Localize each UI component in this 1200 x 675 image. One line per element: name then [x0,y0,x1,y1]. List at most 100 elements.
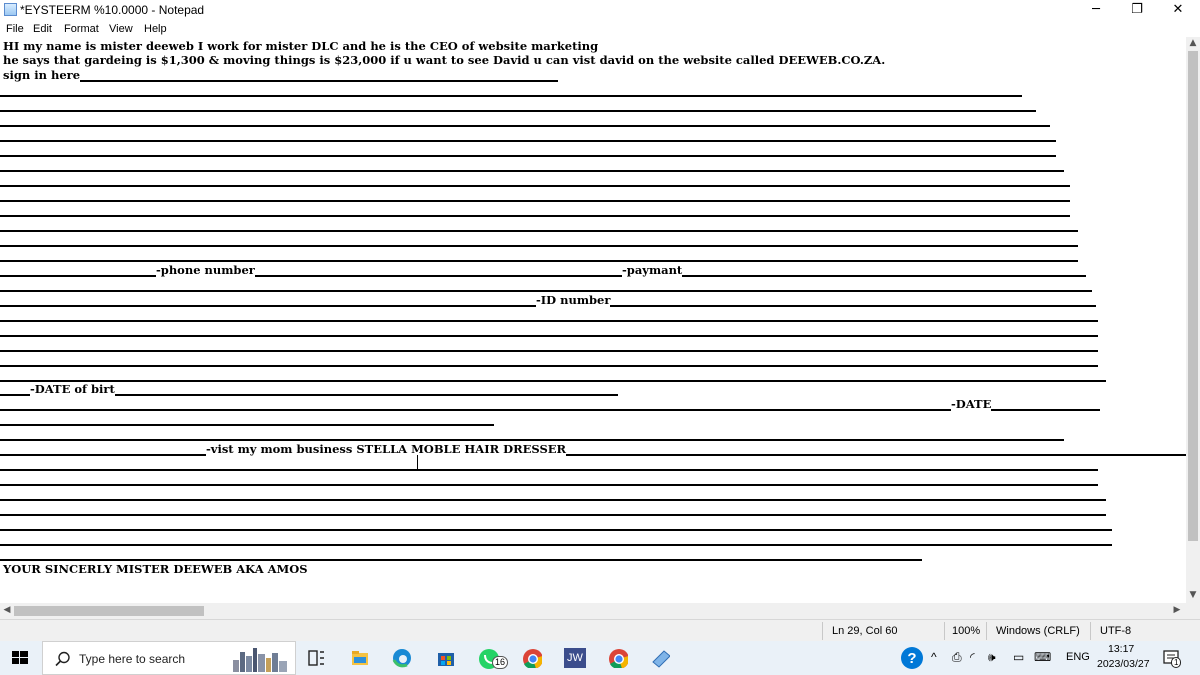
wifi-icon[interactable]: ◜ [970,650,975,664]
visit-business-label: -vist my mom business STELLA MOBLE HAIR … [206,442,567,456]
text-caret [417,455,418,470]
taskbar-search-box[interactable]: Type here to search [42,641,296,675]
text-rule [0,514,1106,516]
city-skyline-icon [233,648,287,672]
text-rule [0,335,1098,337]
status-separator [986,622,987,640]
signoff-text: YOUR SINCERLY MISTER DEEWEB AKA AMOS [3,562,308,576]
text-rule [0,484,1098,486]
signature-line [80,80,558,82]
file-explorer-icon[interactable] [350,648,370,668]
cursor-position: Ln 29, Col 60 [832,625,898,637]
volume-icon[interactable]: 🕪 [988,650,996,665]
text-rule [0,260,1078,262]
windows-start-icon [12,651,28,664]
whatsapp-badge: 16 [492,656,509,669]
menu-bar: File Edit Format View Help [0,21,1200,37]
text-rule [0,290,1092,292]
id-number-label: -ID number [536,293,611,307]
text-rule [0,140,1056,142]
payment-label: -paymant [622,263,683,277]
text-rule [0,95,1022,97]
chrome-icon[interactable] [522,648,542,668]
restore-button[interactable]: ❐ [1117,0,1157,20]
date-of-birth-label: -DATE of birt [30,382,115,396]
text-rule [0,170,1064,172]
scroll-down-icon[interactable]: ▼ [1186,590,1200,600]
clock-date[interactable]: 2023/03/27 [1097,658,1150,670]
keyboard-icon[interactable]: ⌨ [1034,650,1051,664]
text-rule [0,200,1070,202]
text-rule [0,529,1112,531]
menu-help[interactable]: Help [144,23,167,35]
line-ending: Windows (CRLF) [996,625,1080,637]
close-button[interactable]: ✕ [1158,0,1198,20]
text-rule [0,155,1056,157]
text-rule [0,469,1098,471]
vertical-scroll-thumb[interactable] [1188,51,1198,541]
encoding: UTF-8 [1100,625,1132,637]
text-rule [0,245,1078,247]
horizontal-scrollbar[interactable]: ◀ ▶ [0,603,1186,619]
text-rule [0,350,1098,352]
menu-format[interactable]: Format [64,23,99,35]
text-rule [0,320,1098,322]
chrome-icon-alt[interactable] [608,648,628,668]
battery-icon[interactable]: ▭ [1013,650,1024,664]
visit-business-line [0,454,1186,456]
text-rule [0,185,1070,187]
document-line-2: he says that gardeing is $1,300 & moving… [3,53,886,67]
status-separator [944,622,945,640]
window-title: *EYSTEERM %10.0000 - Notepad [20,3,205,17]
edge-icon[interactable] [392,648,412,668]
text-rule [0,215,1070,217]
notepad-taskbar-icon[interactable] [650,648,670,668]
status-separator [1090,622,1091,640]
microsoft-store-icon[interactable] [436,648,456,668]
clock-time[interactable]: 13:17 [1108,643,1134,655]
zoom-level: 100% [952,625,981,637]
vertical-scrollbar[interactable]: ▲ ▼ [1186,37,1200,603]
scroll-left-icon[interactable]: ◀ [0,605,14,615]
text-rule [0,424,494,426]
date-label: -DATE [951,397,992,411]
help-icon[interactable]: ? [900,646,924,670]
date-line [0,409,1100,411]
task-view-icon[interactable] [306,648,326,668]
scrollbar-corner [1186,603,1200,619]
horizontal-scroll-thumb[interactable] [14,606,204,616]
start-button[interactable] [0,641,40,675]
minimize-button[interactable]: ─ [1076,0,1116,20]
language-indicator[interactable]: ENG [1066,651,1090,663]
whatsapp-taskbar-button[interactable]: 16 [478,648,509,672]
menu-edit[interactable]: Edit [33,23,52,35]
search-icon [55,651,70,667]
text-editor[interactable]: HI my name is mister deeweb I work for m… [0,37,1186,603]
meet-now-icon[interactable]: ⎙ [952,650,962,665]
scroll-right-icon[interactable]: ▶ [1170,605,1184,615]
text-rule [0,499,1106,501]
chevron-up-icon[interactable]: ^ [931,650,937,664]
document-line-1: HI my name is mister deeweb I work for m… [3,39,599,53]
text-rule [0,439,1064,441]
scroll-up-icon[interactable]: ▲ [1186,38,1200,48]
taskbar: Type here to search 16 JW ? ^ ⎙ ◜ 🕪 ▭ ⌨ … [0,641,1200,675]
text-rule [0,125,1050,127]
svg-text:?: ? [907,650,916,667]
text-rule [0,544,1112,546]
phone-number-label: -phone number [156,263,255,277]
notification-icon[interactable]: 1 [1162,649,1182,669]
search-placeholder: Type here to search [79,652,186,666]
title-bar: *EYSTEERM %10.0000 - Notepad ─ ❐ ✕ [0,0,1200,20]
text-rule [0,380,1106,382]
menu-file[interactable]: File [6,23,24,35]
notepad-icon [4,3,17,16]
text-rule [0,365,1098,367]
document-line-3: sign in here [3,68,81,82]
status-separator [822,622,823,640]
text-rule [0,230,1078,232]
jw-library-icon[interactable]: JW [564,648,586,668]
text-rule [0,110,1036,112]
menu-view[interactable]: View [109,23,133,35]
text-rule [0,559,922,561]
